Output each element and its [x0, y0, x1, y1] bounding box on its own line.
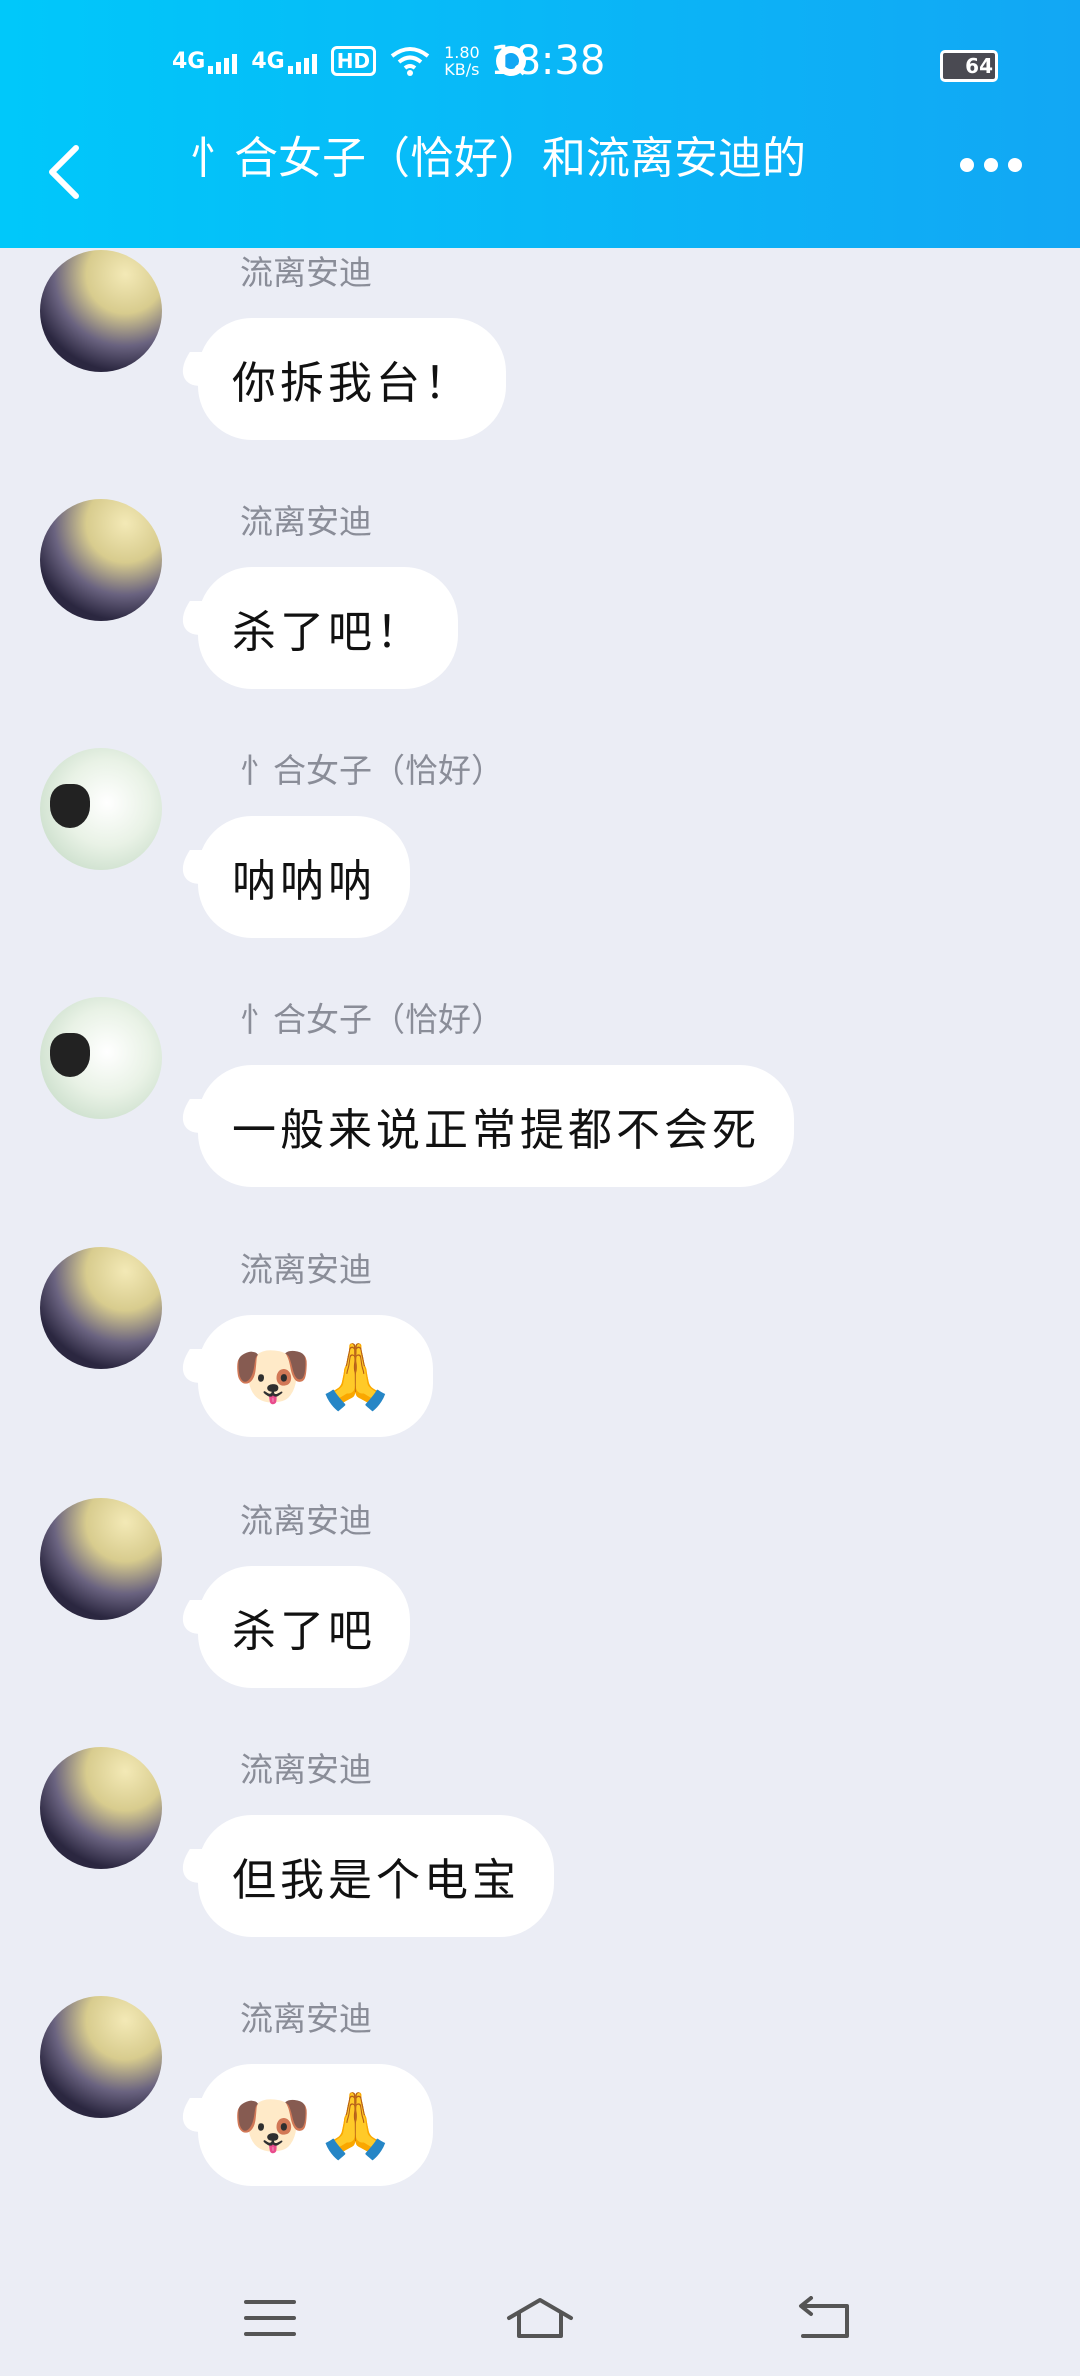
more-options-button[interactable]: [960, 158, 1022, 172]
sender-name: 流离安迪: [240, 502, 372, 541]
sender-name: 流离安迪: [240, 1501, 372, 1540]
avatar[interactable]: [40, 250, 162, 372]
avatar[interactable]: [40, 1747, 162, 1869]
chat-header: 4G 4G HD 1.80 KB/s 18:38 64 忄合女子（恰好）和流离安…: [0, 0, 1080, 248]
back-button[interactable]: [40, 140, 90, 204]
message-item: 忄合女子（恰好） 呐呐呐: [0, 748, 1080, 978]
avatar[interactable]: [40, 499, 162, 621]
sender-name: 流离安迪: [240, 1999, 372, 2038]
menu-icon[interactable]: [240, 2296, 300, 2340]
hd-icon: HD: [330, 46, 377, 76]
avatar[interactable]: [40, 997, 162, 1119]
message-bubble[interactable]: 🐶🙏: [198, 1315, 434, 1437]
sender-name: 流离安迪: [240, 1250, 372, 1289]
signal-icon-1: 4G: [172, 49, 238, 74]
message-bubble[interactable]: 但我是个电宝: [198, 1815, 554, 1937]
sender-name: 流离安迪: [240, 1750, 372, 1789]
message-item: 流离安迪 杀了吧: [0, 1498, 1080, 1728]
sender-name: 忄合女子（恰好）: [240, 751, 504, 790]
message-item: 流离安迪 🐶🙏: [0, 1996, 1080, 2226]
avatar[interactable]: [40, 1247, 162, 1369]
clock: 18:38: [490, 38, 606, 84]
dot-icon: [960, 158, 974, 172]
avatar[interactable]: [40, 1996, 162, 2118]
chat-title: 忄合女子（恰好）和流离安迪的: [190, 133, 806, 184]
message-bubble[interactable]: 🐶🙏: [198, 2064, 434, 2186]
message-item: 忄合女子（恰好） 一般来说正常提都不会死: [0, 997, 1080, 1227]
avatar[interactable]: [40, 748, 162, 870]
message-bubble[interactable]: 杀了吧！: [198, 567, 458, 689]
avatar[interactable]: [40, 1498, 162, 1620]
message-bubble[interactable]: 一般来说正常提都不会死: [198, 1065, 794, 1187]
message-bubble[interactable]: 呐呐呐: [198, 816, 410, 938]
back-icon[interactable]: [795, 2296, 855, 2340]
message-item: 流离安迪 🐶🙏: [0, 1247, 1080, 1477]
sender-name: 流离安迪: [240, 253, 372, 292]
dot-icon: [984, 158, 998, 172]
signal-icon-2: 4G: [251, 49, 317, 74]
message-bubble[interactable]: 杀了吧: [198, 1566, 410, 1688]
home-icon[interactable]: [505, 2296, 575, 2340]
message-item: 流离安迪 但我是个电宝: [0, 1747, 1080, 1977]
system-navigation-bar: [0, 2240, 1080, 2376]
battery-icon: 64: [940, 50, 998, 82]
status-icons: 4G 4G HD 1.80 KB/s: [172, 44, 528, 78]
sender-name: 忄合女子（恰好）: [240, 1000, 504, 1039]
status-bar: 4G 4G HD 1.80 KB/s 18:38 64: [0, 0, 1080, 130]
wifi-icon: [390, 47, 430, 76]
network-speed: 1.80 KB/s: [444, 43, 480, 79]
message-item: 流离安迪 你拆我台！: [0, 250, 1080, 480]
message-bubble[interactable]: 你拆我台！: [198, 318, 506, 440]
message-item: 流离安迪 杀了吧！: [0, 499, 1080, 729]
dot-icon: [1008, 158, 1022, 172]
